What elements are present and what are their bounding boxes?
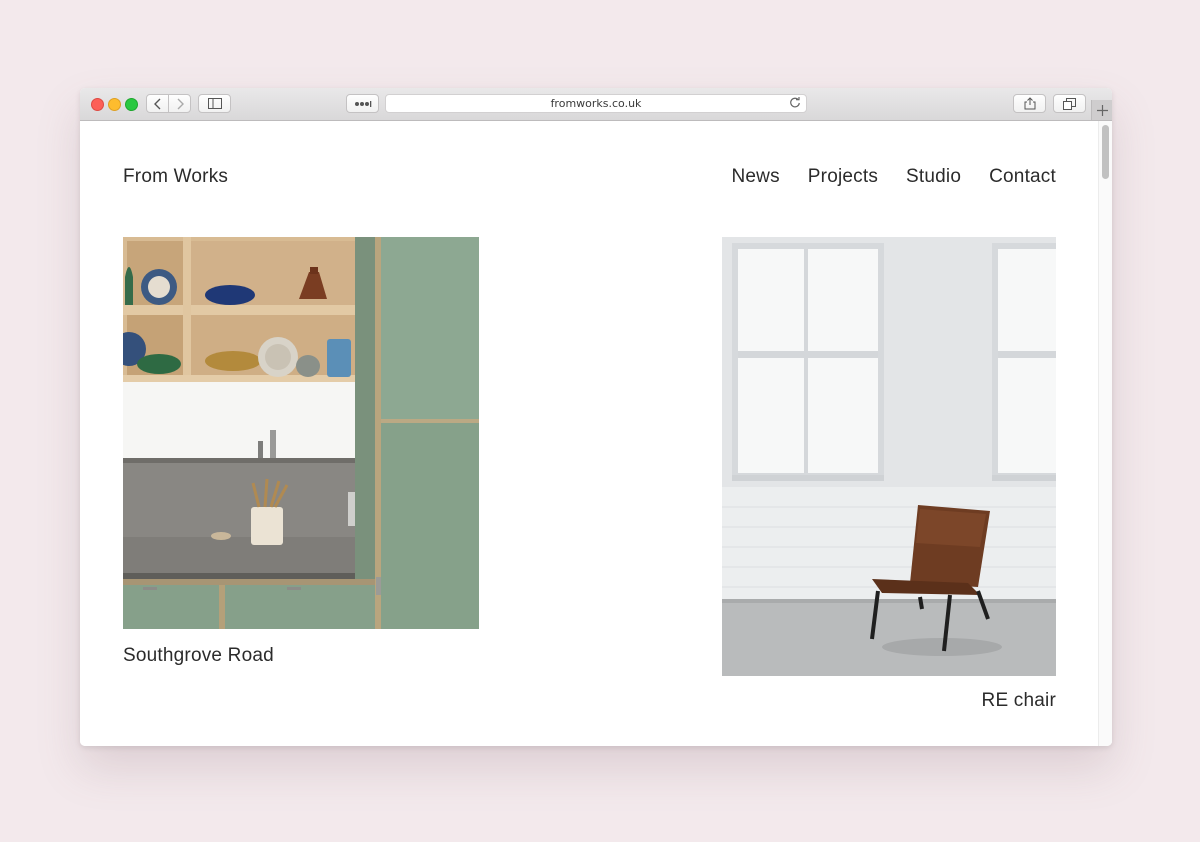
browser-window: fromworks.co.uk From Works News Projects… (80, 88, 1112, 746)
reload-icon (790, 97, 800, 108)
close-window-button[interactable] (91, 98, 104, 111)
reload-button[interactable] (789, 97, 801, 114)
more-icon (354, 100, 371, 107)
sidebar-button[interactable] (198, 94, 231, 113)
project-title[interactable]: Southgrove Road (123, 645, 479, 667)
address-bar[interactable]: fromworks.co.uk (385, 94, 807, 113)
zoom-window-button[interactable] (125, 98, 138, 111)
nav-link-contact[interactable]: Contact (989, 166, 1056, 188)
project-title[interactable]: RE chair (722, 690, 1056, 712)
kitchen-photo-image (123, 237, 479, 629)
kitchen-photo[interactable] (123, 237, 479, 629)
back-icon (153, 98, 160, 109)
web-page: From Works News Projects Studio Contact (80, 121, 1112, 746)
back-button[interactable] (146, 94, 169, 113)
nav-link-news[interactable]: News (731, 166, 779, 188)
new-tab-button[interactable] (1091, 100, 1112, 120)
url-text: fromworks.co.uk (550, 97, 642, 110)
nav-link-studio[interactable]: Studio (906, 166, 961, 188)
project-card-re-chair[interactable]: RE chair (722, 237, 1056, 712)
vertical-scrollbar[interactable] (1098, 121, 1112, 746)
minimize-window-button[interactable] (108, 98, 121, 111)
forward-icon (177, 98, 184, 109)
tabs-overview-button[interactable] (1053, 94, 1086, 113)
chair-photo[interactable] (722, 237, 1056, 676)
site-logo[interactable]: From Works (123, 166, 228, 188)
browser-toolbar: fromworks.co.uk (80, 88, 1112, 121)
main-navigation: News Projects Studio Contact (731, 166, 1056, 188)
chair-photo-image (722, 237, 1056, 676)
tabs-icon (1063, 97, 1076, 110)
sidebar-icon (207, 98, 222, 109)
scrollbar-thumb[interactable] (1102, 125, 1109, 179)
share-button[interactable] (1013, 94, 1046, 113)
nav-link-projects[interactable]: Projects (808, 166, 878, 188)
forward-button[interactable] (168, 94, 191, 113)
more-button[interactable] (346, 94, 379, 113)
plus-icon (1096, 104, 1108, 116)
project-card-southgrove-road[interactable]: Southgrove Road (123, 237, 479, 667)
share-icon (1024, 97, 1035, 110)
